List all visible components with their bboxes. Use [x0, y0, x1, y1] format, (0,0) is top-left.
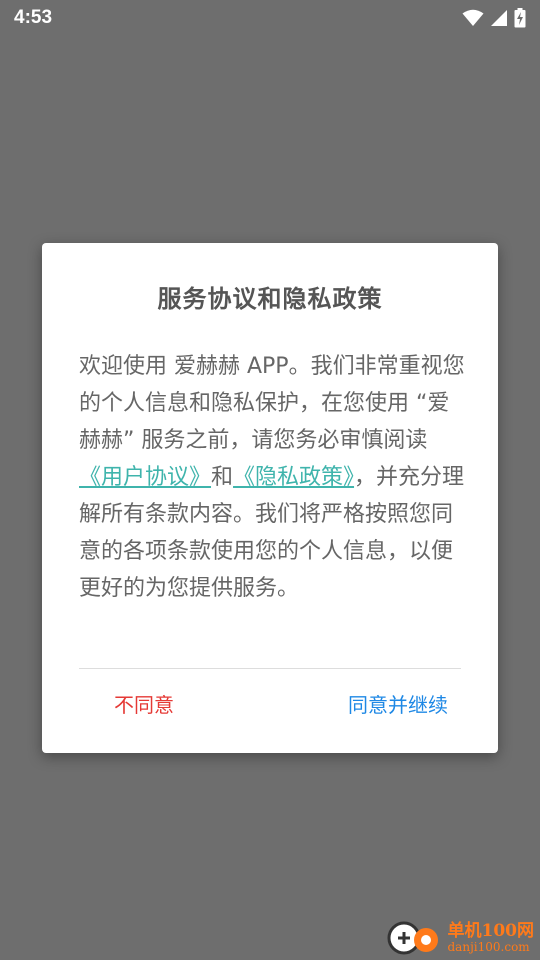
body-text-intro: 欢迎使用 爱赫赫 APP。我们非常重视您的个人信息和隐私保护，在您使用 “爱赫赫…	[79, 354, 465, 453]
body-text-and: 和	[211, 465, 234, 490]
watermark-text: 单机100网 danji100.com	[447, 920, 535, 954]
cellular-signal-icon	[491, 10, 507, 26]
dialog-body: 欢迎使用 爱赫赫 APP。我们非常重视您的个人信息和隐私保护，在您使用 “爱赫赫…	[79, 348, 465, 607]
wifi-icon	[462, 9, 484, 26]
user-agreement-link[interactable]: 《用户协议》	[79, 465, 211, 490]
dialog-divider	[79, 668, 461, 669]
danji100-logo-icon	[387, 921, 438, 955]
status-icons	[462, 8, 526, 28]
dialog-title: 服务协议和隐私政策	[157, 285, 383, 313]
privacy-dialog: 服务协议和隐私政策 欢迎使用 爱赫赫 APP。我们非常重视您的个人信息和隐私保护…	[42, 243, 498, 753]
privacy-policy-link[interactable]: 《隐私政策》	[233, 465, 354, 490]
battery-charging-icon	[514, 8, 526, 28]
watermark-name: 单机100网	[447, 920, 535, 941]
disagree-button[interactable]: 不同意	[114, 689, 174, 718]
agree-continue-button[interactable]: 同意并继续	[348, 689, 448, 718]
watermark-url: danji100.com	[447, 939, 530, 954]
status-bar: 4:53	[0, 0, 540, 36]
watermark: 单机100网 danji100.com	[384, 918, 535, 958]
status-time: 4:53	[14, 7, 53, 28]
